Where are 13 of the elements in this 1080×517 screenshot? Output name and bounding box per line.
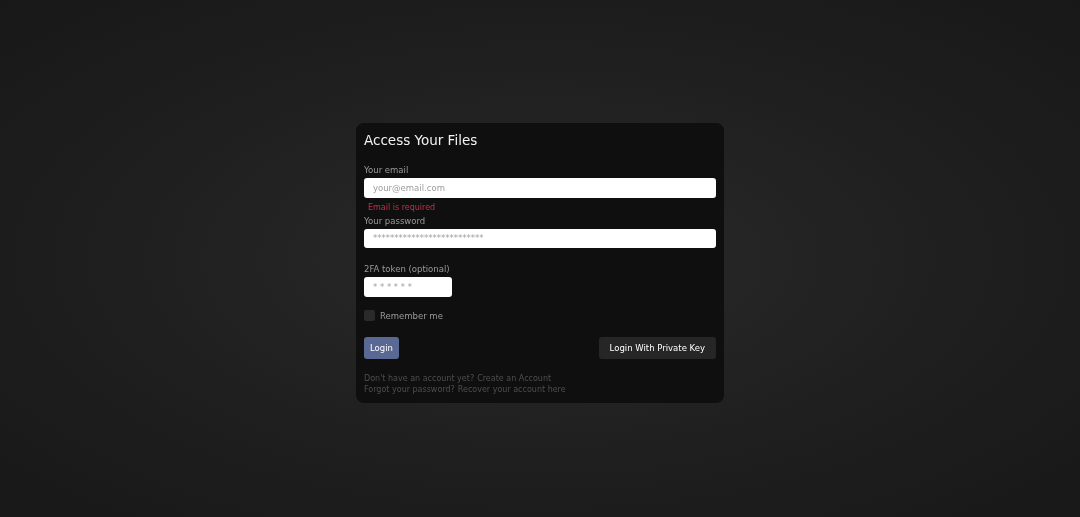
field-label: Your password <box>364 215 426 227</box>
card-title: Access Your Files <box>364 132 479 148</box>
field-label: Your email <box>364 165 409 176</box>
error-message: Email is required <box>368 202 436 213</box>
input-field[interactable]: your@email.com <box>364 178 716 198</box>
input-field[interactable]: * * * * * * <box>364 277 452 297</box>
footer-text: Forgot your password? <box>364 384 455 395</box>
private-key-login-button[interactable]: Login With Private Key <box>598 337 716 359</box>
remember-label: Remember me <box>380 310 443 321</box>
input-field[interactable]: ************************** <box>364 228 716 249</box>
checkbox[interactable] <box>364 310 375 321</box>
field-label: 2FA token (optional) <box>364 264 450 276</box>
login-button[interactable]: Login <box>364 337 399 359</box>
